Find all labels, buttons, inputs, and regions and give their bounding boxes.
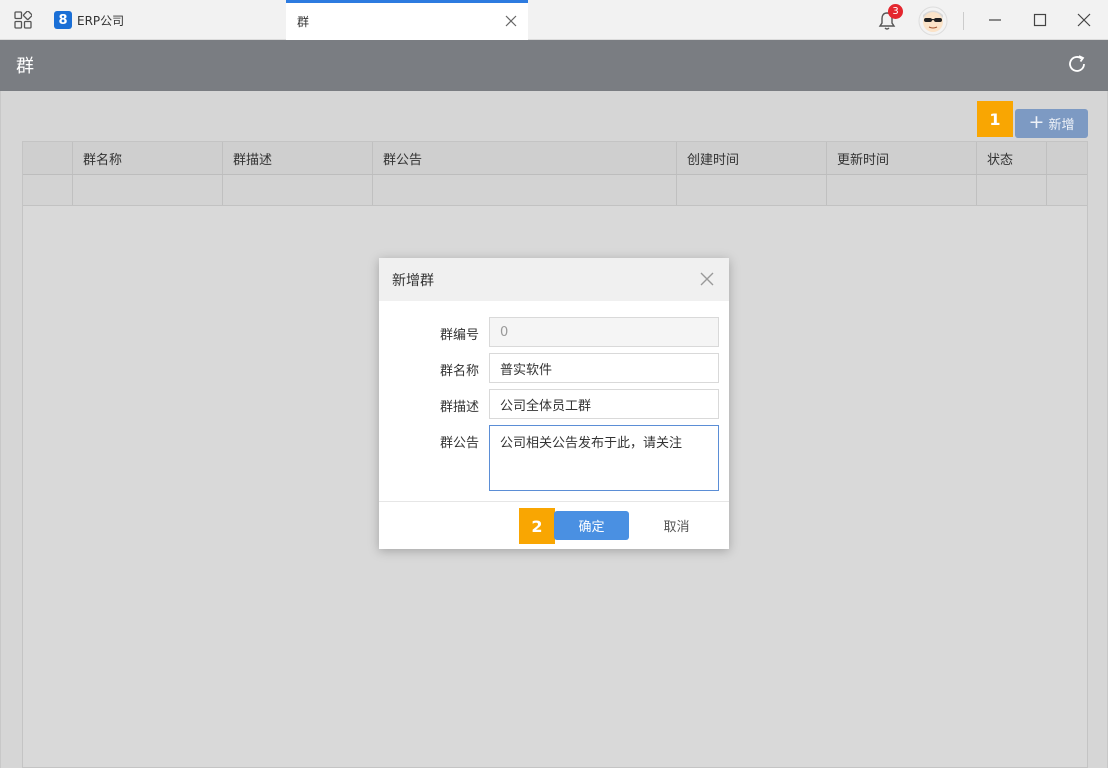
table-cell <box>827 175 977 205</box>
group-id-label: 群编号 <box>439 328 479 343</box>
page-title: 群 <box>16 56 34 77</box>
group-name-field[interactable]: 普实软件 <box>489 353 719 383</box>
notification-badge: 3 <box>888 4 903 19</box>
close-window-button[interactable] <box>1071 8 1097 32</box>
group-description-field[interactable]: 公司全体员工群 <box>489 389 719 419</box>
group-description-label: 群描述 <box>439 400 479 415</box>
maximize-icon <box>1033 13 1047 27</box>
column-header[interactable]: 群名称 <box>73 142 223 174</box>
group-name-label: 群名称 <box>439 364 479 379</box>
apps-grid-icon[interactable] <box>14 11 32 29</box>
tab-group[interactable]: 群 <box>286 0 528 40</box>
plus-icon: + <box>1028 111 1045 133</box>
dialog-footer-divider <box>379 501 729 502</box>
column-header[interactable]: 群公告 <box>373 142 677 174</box>
dialog-header: 新增群 <box>379 258 729 301</box>
group-announcement-label: 群公告 <box>439 436 479 451</box>
user-avatar[interactable] <box>918 6 948 36</box>
minimize-button[interactable] <box>982 8 1008 32</box>
cancel-button[interactable]: 取消 <box>639 511 714 540</box>
maximize-button[interactable] <box>1027 8 1053 32</box>
column-header[interactable]: 群描述 <box>223 142 373 174</box>
table-cell <box>73 175 223 205</box>
tab-label: ERP公司 <box>77 13 125 28</box>
add-group-dialog: 新增群 群编号 0 群名称 普实软件 群描述 公司全体员工群 群公告 公司相关公… <box>379 258 729 549</box>
group-announcement-textarea[interactable]: 公司相关公告发布于此，请关注 <box>489 425 719 491</box>
group-id-field: 0 <box>489 317 719 347</box>
add-button[interactable]: + 新增 <box>1015 109 1088 138</box>
table-cell <box>677 175 827 205</box>
table-cell <box>23 175 73 205</box>
table-header-checkbox-col <box>23 142 73 174</box>
column-header[interactable]: 创建时间 <box>677 142 827 174</box>
tab-label: 群 <box>297 15 310 29</box>
dialog-title: 新增群 <box>392 273 434 289</box>
table-cell <box>223 175 373 205</box>
table-row[interactable] <box>23 175 1087 206</box>
separator <box>963 12 964 30</box>
title-bar: 8 ERP公司 群 3 <box>0 0 1108 40</box>
tab-erp-company[interactable]: 8 ERP公司 <box>52 0 286 40</box>
step-guide-marker: 2 <box>519 508 555 544</box>
page-header: 群 <box>0 40 1108 91</box>
add-button-label: 新增 <box>1048 118 1075 133</box>
table-cell <box>977 175 1047 205</box>
minimize-icon <box>989 19 1001 21</box>
close-tab-icon[interactable] <box>504 14 518 28</box>
column-header[interactable]: 更新时间 <box>827 142 977 174</box>
erp-logo-icon: 8 <box>54 11 72 29</box>
close-dialog-icon[interactable] <box>699 271 715 287</box>
step-guide-marker: 1 <box>977 101 1013 137</box>
table-cell <box>373 175 677 205</box>
close-icon <box>1077 13 1091 27</box>
confirm-button[interactable]: 确定 <box>554 511 629 540</box>
refresh-icon[interactable] <box>1066 53 1088 75</box>
table-header: 群名称 群描述 群公告 创建时间 更新时间 状态 <box>23 142 1087 175</box>
column-header[interactable]: 状态 <box>977 142 1047 174</box>
